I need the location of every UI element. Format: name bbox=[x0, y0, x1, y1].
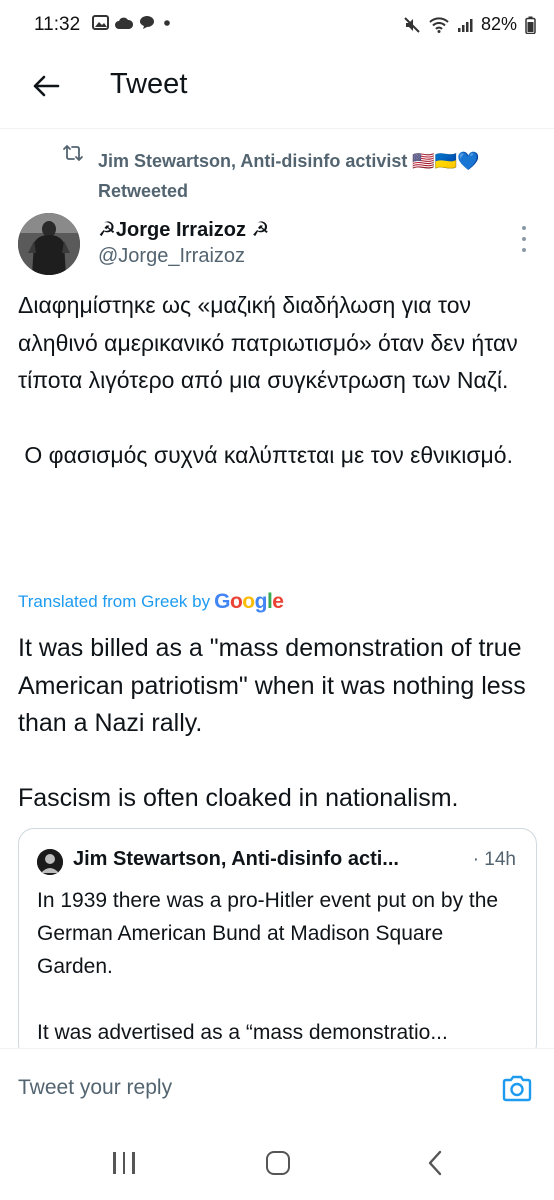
cloud-icon bbox=[115, 17, 133, 29]
retweet-attribution[interactable]: Jim Stewartson, Anti-disinfo activist 🇺🇸… bbox=[98, 146, 538, 206]
header-divider bbox=[0, 128, 554, 129]
author-handle[interactable]: @Jorge_Irraizoz bbox=[98, 245, 245, 268]
gallery-icon bbox=[92, 15, 109, 30]
battery-percent: 82% bbox=[480, 14, 517, 34]
mute-icon bbox=[404, 16, 420, 33]
translated-label: Translated from Greek by bbox=[18, 592, 211, 611]
quoted-timestamp: · 14h bbox=[472, 849, 516, 870]
status-time: 11:32 bbox=[34, 14, 81, 35]
quoted-text: In 1939 there was a pro-Hitler event put… bbox=[37, 884, 517, 1049]
reply-input[interactable]: Tweet your reply bbox=[18, 1076, 172, 1100]
wifi-icon bbox=[429, 16, 449, 33]
author-name[interactable]: ☭Jorge Irraizoz ☭ bbox=[98, 217, 269, 242]
home-icon[interactable] bbox=[266, 1151, 290, 1175]
tweet-translated-paragraph-1: It was billed as a "mass demonstration o… bbox=[18, 634, 526, 737]
quoted-paragraph-2: It was advertised as a “mass demonstrati… bbox=[37, 1021, 448, 1044]
chat-icon bbox=[140, 16, 154, 29]
tweet-translated-text: It was billed as a "mass demonstration o… bbox=[18, 630, 543, 818]
tweet-original-text: Διαφημίστηκε ως «μαζική διαδήλωση για το… bbox=[18, 287, 538, 475]
system-back-icon[interactable] bbox=[426, 1150, 444, 1181]
back-button[interactable] bbox=[26, 66, 66, 106]
retweet-icon bbox=[62, 144, 84, 167]
page-title: Tweet bbox=[110, 68, 188, 100]
tweet-original-paragraph-2: Ο φασισμός συχνά καλύπτεται με τον εθνικ… bbox=[18, 442, 513, 468]
status-right-group: 82% bbox=[403, 14, 536, 35]
back-arrow-icon bbox=[33, 75, 60, 97]
tweet-translated-paragraph-2: Fascism is often cloaked in nationalism. bbox=[18, 784, 459, 812]
quoted-tweet-card[interactable]: Jim Stewartson, Anti-disinfo acti... · 1… bbox=[18, 828, 537, 1060]
camera-button[interactable] bbox=[500, 1072, 534, 1106]
quoted-author-name: Jim Stewartson, Anti-disinfo acti... bbox=[73, 848, 399, 870]
retweeted-label: Retweeted bbox=[98, 181, 189, 201]
avatar[interactable] bbox=[18, 213, 80, 275]
battery-icon bbox=[525, 16, 536, 34]
google-logo: Google bbox=[214, 590, 284, 613]
recent-apps-icon[interactable] bbox=[113, 1152, 135, 1174]
signal-icon bbox=[457, 18, 473, 32]
translation-attribution[interactable]: Translated from Greek by Google bbox=[18, 590, 284, 614]
retweeter-name: Jim Stewartson, Anti-disinfo activist 🇺🇸… bbox=[98, 151, 480, 171]
status-notification-icons bbox=[92, 15, 173, 30]
camera-icon bbox=[502, 1075, 532, 1102]
dot-icon bbox=[164, 19, 170, 26]
quoted-paragraph-1: In 1939 there was a pro-Hitler event put… bbox=[37, 889, 499, 978]
quoted-avatar bbox=[37, 849, 63, 875]
more-options-icon[interactable] bbox=[516, 226, 532, 252]
tweet-original-paragraph-1: Διαφημίστηκε ως «μαζική διαδήλωση για το… bbox=[18, 292, 518, 393]
